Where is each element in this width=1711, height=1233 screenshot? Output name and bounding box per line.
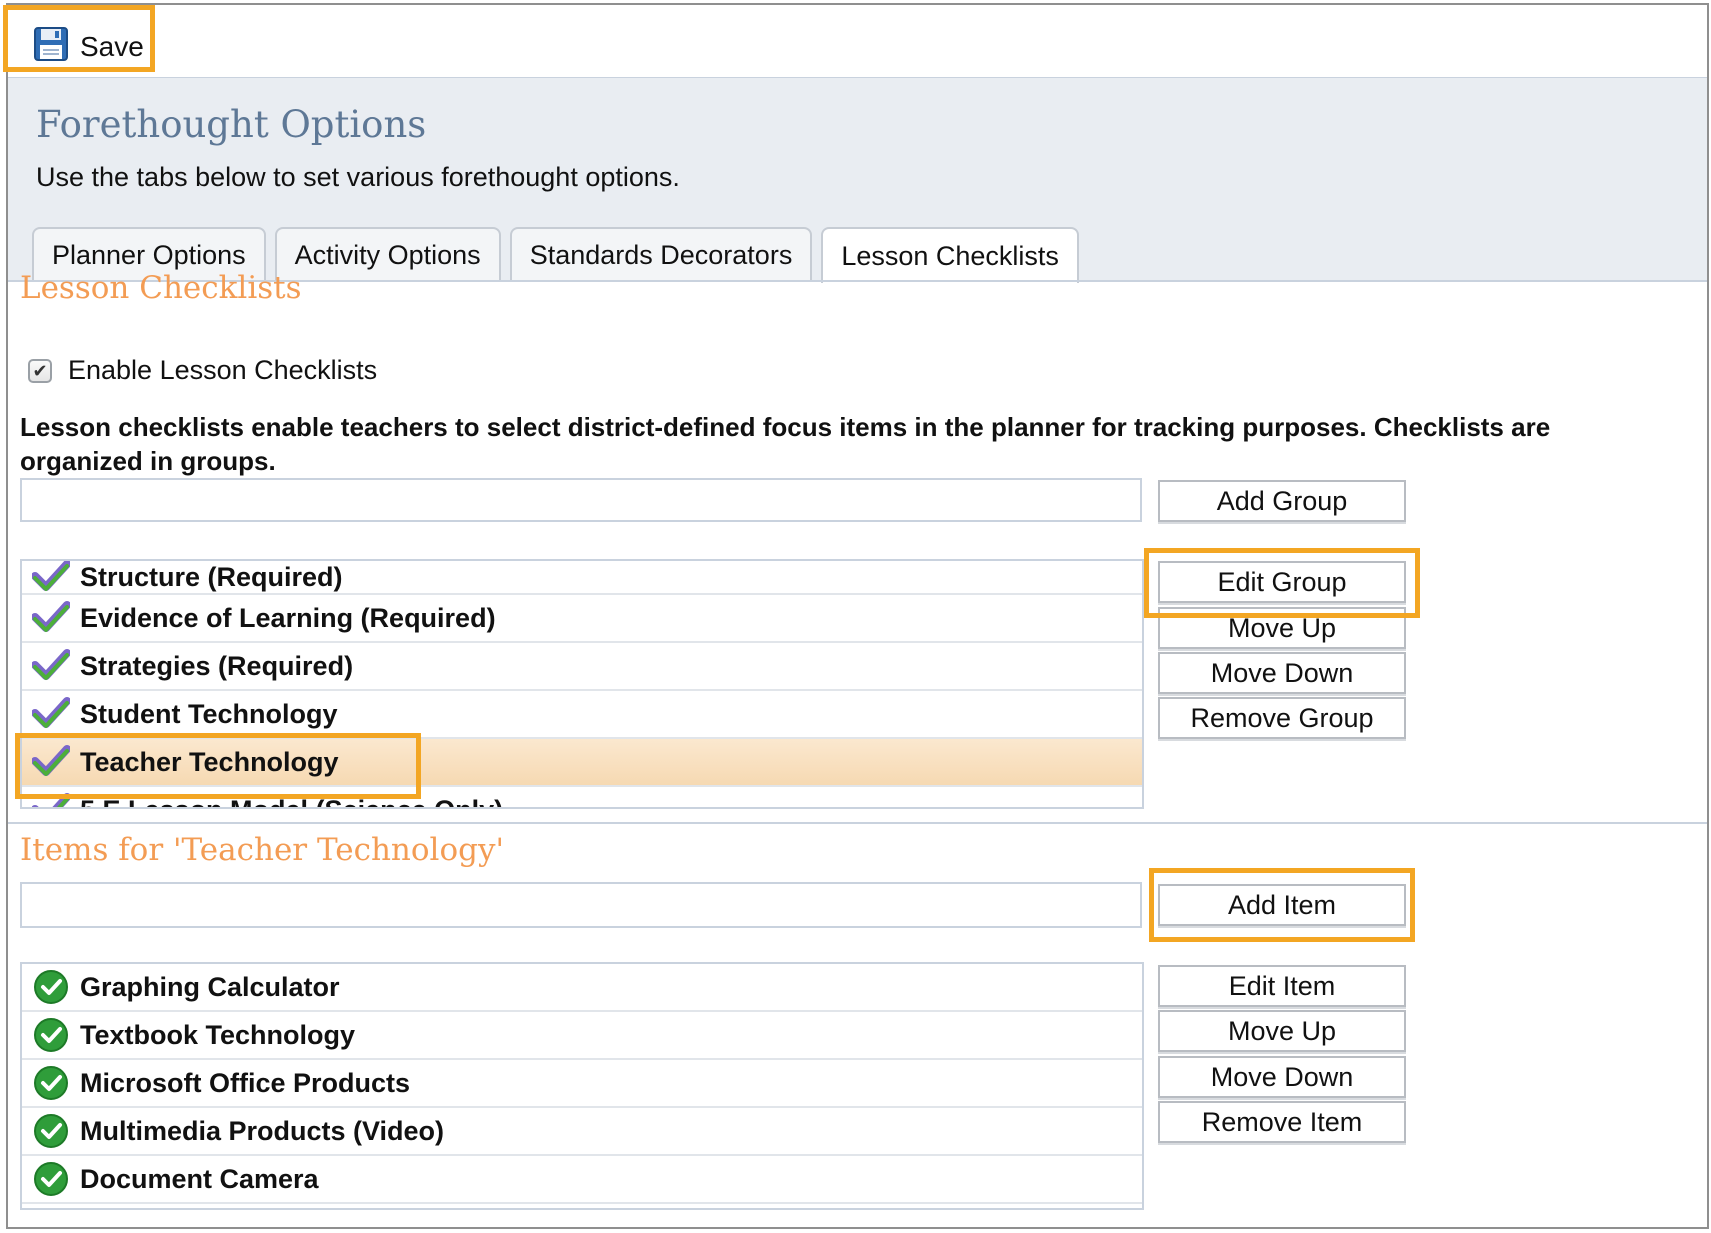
item-label: Microsoft Office Products [80, 1067, 411, 1098]
edit-group-button[interactable]: Edit Group [1158, 561, 1406, 603]
page-subtitle: Use the tabs below to set various foreth… [36, 162, 680, 192]
group-label: Structure (Required) [80, 561, 343, 592]
enable-checklists-checkbox[interactable]: ✔ [28, 358, 52, 383]
item-row[interactable]: Multimedia Products (Video) [22, 1108, 1142, 1156]
group-row[interactable]: Structure (Required) [22, 561, 1142, 595]
add-item-button[interactable]: Add Item [1158, 884, 1406, 926]
add-group-button[interactable]: Add Group [1158, 480, 1406, 522]
green-check-circle-icon [22, 1113, 80, 1149]
section-separator [8, 822, 1707, 824]
purple-check-icon [22, 561, 80, 594]
tab-activity-options[interactable]: Activity Options [274, 227, 501, 281]
item-label: Graphing Calculator [80, 971, 340, 1002]
purple-check-icon [22, 697, 80, 731]
green-check-circle-icon [22, 969, 80, 1005]
green-check-circle-icon [22, 1017, 80, 1053]
group-label: 5 E Lesson Model (Science Only) [80, 795, 503, 808]
toolbar: Save [8, 5, 1707, 79]
enable-checklists-label: Enable Lesson Checklists [68, 355, 378, 385]
tab-standards-decorators[interactable]: Standards Decorators [509, 227, 813, 281]
save-button[interactable]: Save [22, 19, 157, 75]
move-up-item-button[interactable]: Move Up [1158, 1010, 1406, 1052]
purple-check-icon [22, 745, 80, 779]
item-row[interactable]: Document Camera [22, 1156, 1142, 1204]
group-name-input[interactable] [20, 478, 1142, 522]
floppy-disk-icon [34, 26, 68, 68]
move-down-item-button[interactable]: Move Down [1158, 1056, 1406, 1098]
purple-check-icon [22, 649, 80, 683]
remove-item-button[interactable]: Remove Item [1158, 1101, 1406, 1143]
group-row-selected[interactable]: Teacher Technology [22, 739, 1142, 787]
item-row[interactable]: Microsoft Office Products [22, 1060, 1142, 1108]
checklists-description: Lesson checklists enable teachers to sel… [20, 412, 1551, 476]
group-row[interactable]: Evidence of Learning (Required) [22, 595, 1142, 643]
purple-check-icon [22, 793, 80, 807]
item-label: Multimedia Products (Video) [80, 1115, 445, 1146]
group-label: Student Technology [80, 698, 338, 729]
group-label: Strategies (Required) [80, 650, 354, 681]
green-check-circle-icon [22, 1161, 80, 1197]
save-button-label: Save [80, 31, 144, 62]
item-row[interactable]: Textbook Technology [22, 1012, 1142, 1060]
group-label: Teacher Technology [80, 746, 339, 777]
group-row[interactable]: Strategies (Required) [22, 643, 1142, 691]
item-name-input[interactable] [20, 882, 1142, 928]
enable-checklists-row: ✔ Enable Lesson Checklists [28, 355, 377, 386]
group-row[interactable]: Student Technology [22, 691, 1142, 739]
group-row[interactable]: 5 E Lesson Model (Science Only) [22, 787, 1142, 808]
items-list[interactable]: Graphing Calculator Textbook Technology … [20, 962, 1144, 1210]
group-label: Evidence of Learning (Required) [80, 602, 496, 633]
checkmark-icon: ✔ [32, 360, 48, 381]
item-label: Document Camera [80, 1163, 319, 1194]
item-row[interactable]: Graphing Calculator [22, 964, 1142, 1012]
move-up-group-button[interactable]: Move Up [1158, 607, 1406, 649]
purple-check-icon [22, 601, 80, 635]
green-check-circle-icon [22, 1065, 80, 1101]
groups-list[interactable]: Structure (Required) Evidence of Learnin… [20, 559, 1144, 809]
page-title: Forethought Options [36, 103, 427, 146]
edit-item-button[interactable]: Edit Item [1158, 965, 1406, 1007]
tab-lesson-checklists[interactable]: Lesson Checklists [821, 227, 1079, 283]
item-label: Textbook Technology [80, 1019, 356, 1050]
move-down-group-button[interactable]: Move Down [1158, 652, 1406, 694]
remove-group-button[interactable]: Remove Group [1158, 697, 1406, 739]
items-section-title: Items for 'Teacher Technology' [20, 832, 505, 868]
lesson-checklists-title: Lesson Checklists [20, 270, 302, 306]
